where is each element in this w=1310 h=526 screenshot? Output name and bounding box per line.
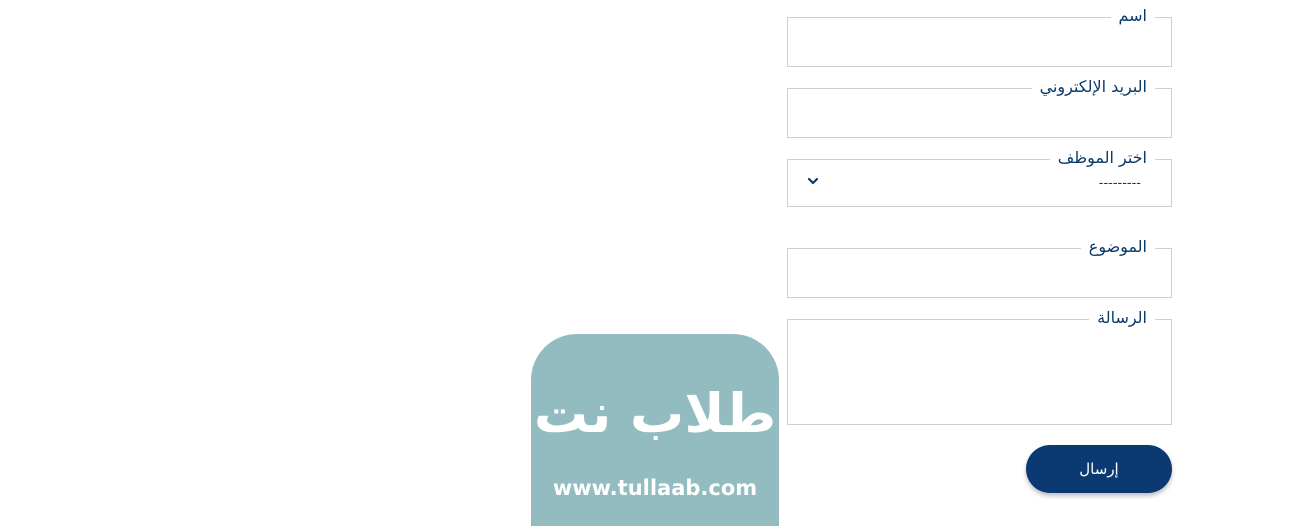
email-field[interactable]: البريد الإلكتروني bbox=[787, 77, 1172, 138]
chevron-down-icon[interactable] bbox=[806, 174, 820, 188]
name-label: اسم bbox=[1110, 6, 1155, 26]
message-textarea[interactable]: الرسالة bbox=[787, 308, 1172, 425]
site-logo: طلاب نت www.tullaab.com bbox=[531, 334, 779, 526]
employee-selected-value: --------- bbox=[1098, 176, 1141, 191]
employee-label: اختر الموظف bbox=[1049, 148, 1155, 168]
subject-field[interactable]: الموضوع bbox=[787, 237, 1172, 298]
employee-select[interactable]: اختر الموظف --------- bbox=[787, 148, 1172, 207]
logo-url-text: www.tullaab.com bbox=[552, 476, 758, 500]
message-label: الرسالة bbox=[1089, 308, 1155, 328]
email-label: البريد الإلكتروني bbox=[1031, 77, 1155, 97]
name-field[interactable]: اسم bbox=[787, 6, 1172, 67]
subject-label: الموضوع bbox=[1080, 237, 1155, 257]
logo-arabic-text: طلاب نت bbox=[533, 382, 777, 445]
send-button[interactable]: إرسال bbox=[1026, 445, 1172, 493]
